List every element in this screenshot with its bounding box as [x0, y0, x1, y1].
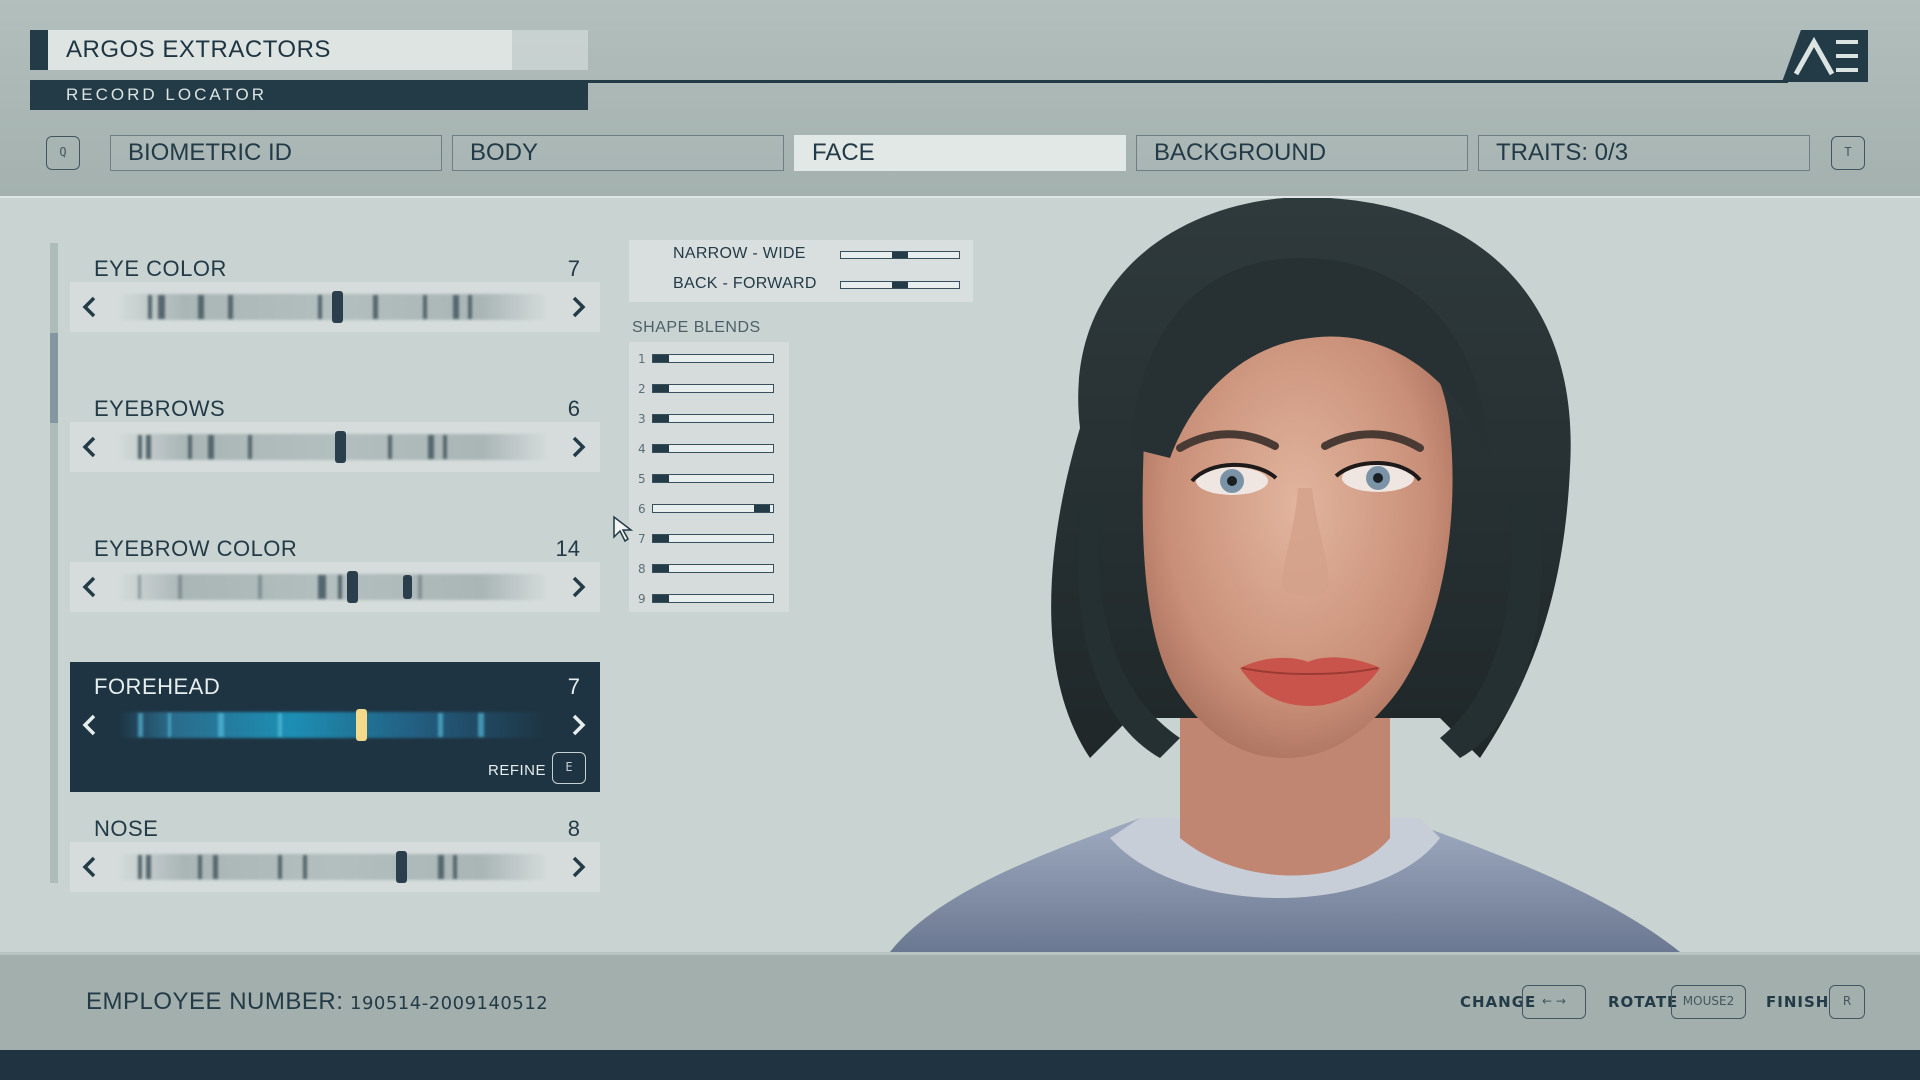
forehead-slider[interactable]: [70, 700, 600, 750]
option-eye-color[interactable]: EYE COLOR 7: [70, 252, 600, 332]
shape-blend-slider[interactable]: [652, 384, 774, 393]
finish-hint-label: FINISH: [1766, 993, 1830, 1011]
company-marker: [30, 30, 48, 70]
record-locator-bar: RECORD LOCATOR: [30, 80, 588, 110]
shape-blends-title: SHAPE BLENDS: [632, 319, 761, 336]
refine-key[interactable]: E: [552, 752, 586, 784]
shape-blend-slider[interactable]: [652, 414, 774, 423]
eyebrows-slider[interactable]: [70, 422, 600, 472]
option-value: 7: [567, 256, 580, 281]
eyebrow-color-slider[interactable]: [70, 562, 600, 612]
employee-number-label: EMPLOYEE NUMBER:: [86, 988, 344, 1015]
constellation-logo-icon: [1782, 30, 1868, 82]
swatch-strip: [118, 712, 548, 738]
chevron-right-icon[interactable]: [560, 842, 600, 892]
slider-marker: [403, 575, 412, 599]
change-key[interactable]: ← →: [1522, 985, 1586, 1019]
option-eyebrows[interactable]: EYEBROWS 6: [70, 392, 600, 472]
chevron-left-icon[interactable]: [70, 562, 110, 612]
slider-knob[interactable]: [332, 291, 343, 323]
shape-blend-number: 1: [638, 352, 646, 366]
shape-blend-number: 9: [638, 592, 646, 606]
finish-key[interactable]: R: [1829, 985, 1865, 1019]
swatch-strip: [118, 854, 548, 880]
shape-blend-slider[interactable]: [652, 564, 774, 573]
option-label: FOREHEAD: [94, 674, 221, 699]
option-eyebrow-color[interactable]: EYEBROW COLOR 14: [70, 532, 600, 612]
tab-traits[interactable]: TRAITS: 0/3: [1478, 135, 1810, 171]
option-label: NOSE: [94, 816, 159, 841]
option-label: EYEBROW COLOR: [94, 536, 298, 561]
option-value: 8: [567, 816, 580, 841]
shape-blend-number: 7: [638, 532, 646, 546]
slider-knob[interactable]: [396, 851, 407, 883]
option-forehead[interactable]: FOREHEAD 7 REFINE E: [70, 662, 600, 792]
chevron-left-icon[interactable]: [70, 700, 110, 750]
bottom-band: [0, 1050, 1920, 1080]
chevron-left-icon[interactable]: [70, 842, 110, 892]
rotate-key[interactable]: MOUSE2: [1671, 985, 1746, 1019]
shape-blend-number: 6: [638, 502, 646, 516]
chevron-right-icon[interactable]: [560, 562, 600, 612]
shape-blend-slider[interactable]: [652, 504, 774, 513]
back-forward-label: BACK - FORWARD: [673, 275, 817, 292]
option-nose[interactable]: NOSE 8: [70, 812, 600, 892]
slider-knob[interactable]: [347, 571, 358, 603]
shape-blend-number: 3: [638, 412, 646, 426]
header-divider: [588, 80, 1788, 83]
shape-blend-slider[interactable]: [652, 444, 774, 453]
shape-blend-slider[interactable]: [652, 534, 774, 543]
chevron-right-icon[interactable]: [560, 422, 600, 472]
chevron-right-icon[interactable]: [560, 700, 600, 750]
company-bar: ARGOS EXTRACTORS: [30, 30, 588, 70]
shape-blend-number: 5: [638, 472, 646, 486]
record-locator-label: RECORD LOCATOR: [66, 85, 268, 104]
refine-label: REFINE: [488, 762, 547, 779]
mouse-cursor-icon: [613, 515, 634, 543]
tab-background[interactable]: BACKGROUND: [1136, 135, 1468, 171]
swatch-strip: [118, 434, 548, 460]
chevron-left-icon[interactable]: [70, 282, 110, 332]
option-value: 7: [567, 674, 580, 699]
shape-blend-slider[interactable]: [652, 354, 774, 363]
shape-blend-slider[interactable]: [652, 594, 774, 603]
next-tab-key[interactable]: T: [1831, 136, 1865, 170]
chevron-right-icon[interactable]: [560, 282, 600, 332]
slider-knob[interactable]: [335, 431, 346, 463]
option-label: EYE COLOR: [94, 256, 227, 281]
shape-blend-number: 8: [638, 562, 646, 576]
shape-blend-slider[interactable]: [652, 474, 774, 483]
character-portrait[interactable]: [880, 198, 1740, 952]
shape-blend-number: 2: [638, 382, 646, 396]
header-bar: ARGOS EXTRACTORS RECORD LOCATOR Q BIOMET…: [0, 0, 1920, 198]
swatch-strip: [118, 574, 548, 600]
shape-blend-number: 4: [638, 442, 646, 456]
nose-slider[interactable]: [70, 842, 600, 892]
tab-biometric-id[interactable]: BIOMETRIC ID: [110, 135, 442, 171]
prev-tab-key[interactable]: Q: [46, 136, 80, 170]
narrow-wide-label: NARROW - WIDE: [673, 245, 806, 262]
options-scroll-thumb[interactable]: [50, 333, 58, 423]
chevron-left-icon[interactable]: [70, 422, 110, 472]
slider-knob[interactable]: [356, 709, 367, 741]
tab-body[interactable]: BODY: [452, 135, 784, 171]
eye-color-slider[interactable]: [70, 282, 600, 332]
employee-number-value: 190514-2009140512: [350, 993, 549, 1014]
rotate-hint-label: ROTATE: [1608, 993, 1679, 1011]
option-value: 14: [555, 536, 580, 561]
option-value: 6: [567, 396, 580, 421]
tab-face[interactable]: FACE: [794, 135, 1126, 171]
company-name: ARGOS EXTRACTORS: [66, 36, 331, 63]
option-label: EYEBROWS: [94, 396, 226, 421]
